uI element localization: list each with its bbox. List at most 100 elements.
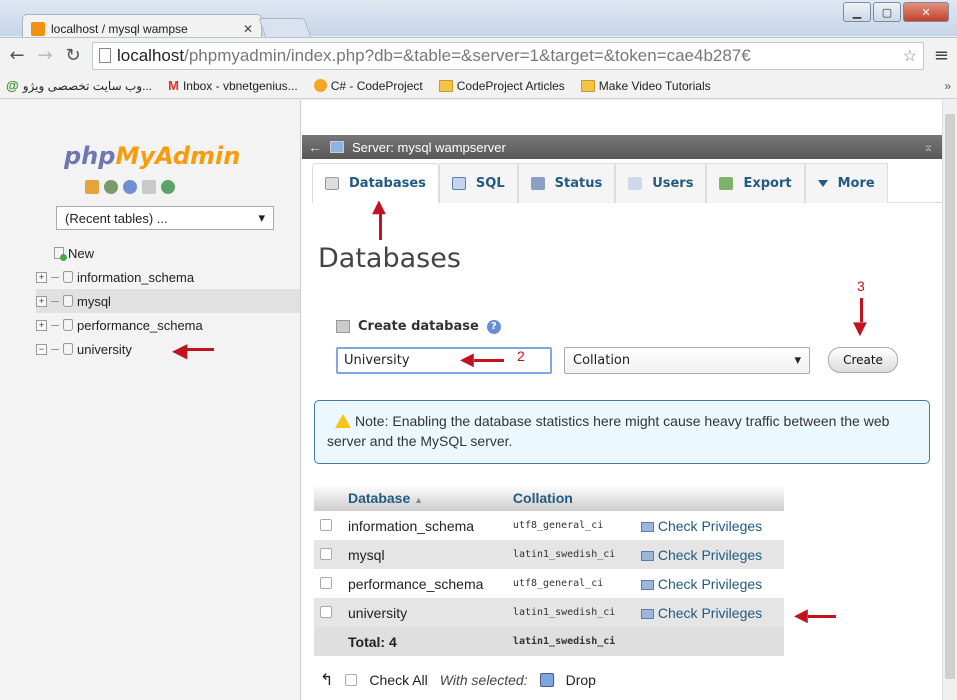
row-checkbox[interactable]	[320, 547, 332, 560]
bookmark-item[interactable]: C# - CodeProject	[313, 78, 423, 93]
phpmyadmin-favicon-icon	[31, 21, 45, 36]
bookmark-item[interactable]: CodeProject Articles	[438, 79, 565, 93]
database-name[interactable]: performance_schema	[342, 569, 507, 598]
annotation-arrowhead-icon: ▲	[372, 196, 386, 217]
tab-users[interactable]: Users	[615, 163, 707, 203]
database-name[interactable]: mysql	[342, 540, 507, 569]
logout-icon[interactable]	[104, 180, 118, 194]
home-icon[interactable]	[85, 180, 99, 194]
header-actions	[634, 485, 784, 511]
forward-icon[interactable]: →	[36, 45, 54, 66]
logo-php: php	[64, 142, 116, 170]
vertical-scrollbar[interactable]	[942, 100, 957, 700]
check-privileges-link[interactable]: Check Privileges	[640, 604, 763, 621]
top-menu-tabs: Databases SQL Status Users Export More	[312, 163, 942, 203]
annotation-arrow-university-row	[808, 615, 836, 618]
databases-table: Database ▲ Collation information_schema …	[314, 485, 784, 656]
create-database-text: Create database	[358, 319, 479, 334]
scroll-top-icon[interactable]: ⌅	[923, 139, 934, 155]
bookmark-label: C# - CodeProject	[330, 78, 423, 93]
close-icon[interactable]: ✕	[903, 2, 949, 22]
check-privileges-link[interactable]: Check Privileges	[640, 547, 762, 563]
tab-close-icon[interactable]: ✕	[243, 22, 253, 36]
warning-icon	[335, 414, 351, 428]
drop-button[interactable]: Drop	[566, 672, 596, 688]
tab-sql[interactable]: SQL	[438, 163, 518, 203]
header-label: Database	[348, 490, 411, 506]
nav-quick-icons	[85, 180, 175, 194]
collation-select[interactable]: Collation ▾	[564, 347, 810, 374]
bookmark-star-icon[interactable]: ☆	[903, 46, 917, 66]
annotation-arrowhead-icon: ◀	[172, 338, 188, 362]
action-label: Check Privileges	[657, 604, 763, 621]
database-name[interactable]: university	[342, 598, 507, 627]
check-privileges-link[interactable]: Check Privileges	[640, 518, 762, 534]
bookmark-item[interactable]: M Inbox - vbnetgenius...	[168, 78, 298, 93]
tab-status[interactable]: Status	[517, 163, 616, 203]
maximize-icon[interactable]: ▢	[873, 2, 901, 22]
row-checkbox[interactable]	[320, 605, 332, 618]
more-triangle-icon	[817, 180, 828, 187]
tree-item-mysql[interactable]: + mysql	[36, 289, 300, 313]
collapse-nav-icon[interactable]: ←	[308, 139, 322, 155]
help-icon[interactable]	[123, 180, 137, 194]
table-row: university latin1_swedish_ci Check Privi…	[314, 598, 784, 627]
dropdown-arrow-icon: ▾	[794, 353, 801, 368]
table-header-row: Database ▲ Collation	[314, 485, 784, 511]
folder-icon	[580, 79, 595, 92]
create-button[interactable]: Create	[828, 347, 898, 373]
header-database[interactable]: Database ▲	[342, 485, 507, 511]
new-tab-button[interactable]	[258, 18, 312, 38]
reload-icon[interactable]: ↻	[64, 45, 82, 66]
help-icon[interactable]: ?	[486, 319, 501, 334]
browser-tab[interactable]: localhost / mysql wampse ✕	[22, 14, 262, 38]
database-name[interactable]: information_schema	[342, 511, 507, 540]
status-icon	[530, 177, 545, 190]
header-collation[interactable]: Collation	[506, 485, 635, 511]
tree-item-university[interactable]: − university	[36, 337, 300, 361]
minimize-icon[interactable]: ▁	[843, 2, 871, 22]
bookmarks-more-icon[interactable]: »	[944, 79, 951, 93]
tab-more[interactable]: More	[804, 163, 888, 203]
server-title[interactable]: Server: mysql wampserver	[352, 140, 506, 155]
url-path: /phpmyadmin/index.php?db=&table=&server=…	[184, 45, 751, 65]
dropdown-arrow-icon: ▾	[258, 210, 265, 225]
tree-item-information-schema[interactable]: + information_schema	[36, 265, 300, 289]
check-privileges-link[interactable]: Check Privileges	[640, 576, 762, 592]
databases-icon	[325, 177, 339, 190]
recent-tables-select[interactable]: (Recent tables) ... ▾	[56, 206, 274, 230]
annotation-arrowhead-icon: ▼	[853, 318, 867, 339]
bookmarks-bar: @ وب سایت تخصصی ویژو... M Inbox - vbnetgen…	[0, 73, 957, 99]
row-checkbox[interactable]	[320, 576, 332, 589]
server-icon	[330, 141, 344, 153]
tree-item-new[interactable]: New	[36, 241, 300, 265]
check-all-checkbox[interactable]	[345, 674, 358, 686]
notice-text: Note: Enabling the database statistics h…	[327, 413, 890, 449]
scrollbar-thumb[interactable]	[945, 114, 955, 679]
check-all-label[interactable]: Check All	[369, 672, 427, 688]
tab-export[interactable]: Export	[706, 163, 805, 203]
tree-item-performance-schema[interactable]: + performance_schema	[36, 313, 300, 337]
address-bar[interactable]: localhost/phpmyadmin/index.php?db=&table…	[92, 41, 924, 70]
bulk-actions-bar: ↰ Check All With selected: Drop	[320, 668, 820, 692]
database-icon	[63, 343, 73, 355]
back-icon[interactable]: ←	[8, 45, 26, 66]
row-checkbox[interactable]	[320, 518, 332, 531]
expand-icon[interactable]: +	[36, 295, 47, 307]
annotation-arrowhead-icon: ◀	[794, 605, 808, 626]
menu-icon[interactable]: ≡	[934, 45, 949, 66]
bookmark-item[interactable]: Make Video Tutorials	[580, 79, 711, 93]
export-icon	[719, 177, 734, 190]
expand-icon[interactable]: −	[36, 343, 47, 355]
documentation-icon[interactable]	[142, 180, 156, 194]
drop-icon[interactable]	[539, 673, 554, 687]
reload-navigation-icon[interactable]	[161, 180, 175, 194]
table-row: mysql latin1_swedish_ci Check Privileges	[314, 540, 784, 569]
tab-label: Databases	[349, 176, 426, 191]
expand-icon[interactable]: +	[36, 319, 47, 331]
bookmark-item[interactable]: @ وب سایت تخصصی ویژو...	[6, 78, 152, 93]
expand-icon[interactable]: +	[36, 271, 47, 283]
page-title: Databases	[318, 243, 461, 274]
collation-cell: latin1_swedish_ci	[506, 540, 635, 569]
phpmyadmin-logo[interactable]: phpMyAdmin	[64, 142, 240, 170]
